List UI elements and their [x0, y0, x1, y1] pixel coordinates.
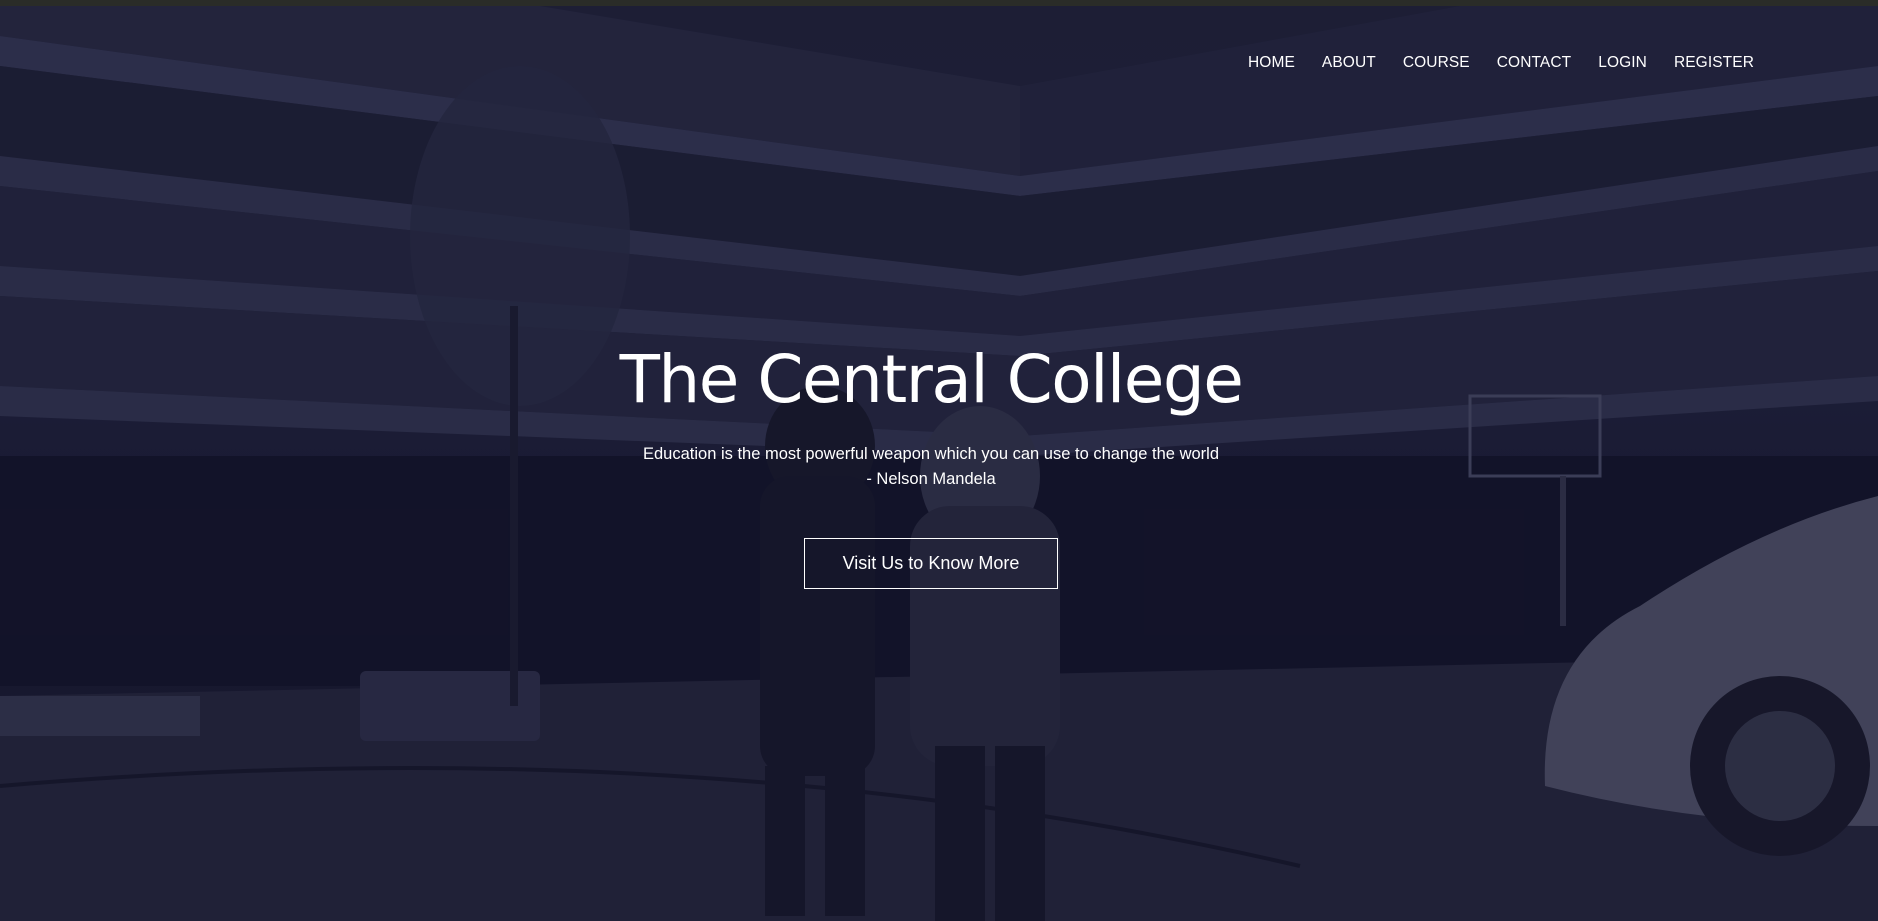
cta-wrapper: Visit Us to Know More	[0, 538, 1862, 589]
visit-us-button[interactable]: Visit Us to Know More	[803, 538, 1059, 589]
quote-author: - Nelson Mandela	[866, 470, 996, 488]
top-strip	[0, 0, 1878, 6]
nav-contact[interactable]: CONTACT	[1497, 54, 1571, 72]
hero-title: The Central College	[619, 341, 1244, 418]
hero-quote: Education is the most powerful weapon wh…	[0, 442, 1862, 492]
quote-text: Education is the most powerful weapon wh…	[642, 445, 1219, 463]
main-navbar: HOME ABOUT COURSE CONTACT LOGIN REGISTER	[1221, 54, 1754, 72]
nav-home[interactable]: HOME	[1248, 54, 1295, 72]
nav-about[interactable]: ABOUT	[1322, 54, 1376, 72]
nav-register[interactable]: REGISTER	[1674, 54, 1754, 72]
hero-content: The Central College Education is the mos…	[0, 340, 1862, 589]
page: HOME ABOUT COURSE CONTACT LOGIN REGISTER…	[0, 0, 1878, 921]
nav-course[interactable]: COURSE	[1403, 54, 1470, 72]
nav-login[interactable]: LOGIN	[1598, 54, 1647, 72]
